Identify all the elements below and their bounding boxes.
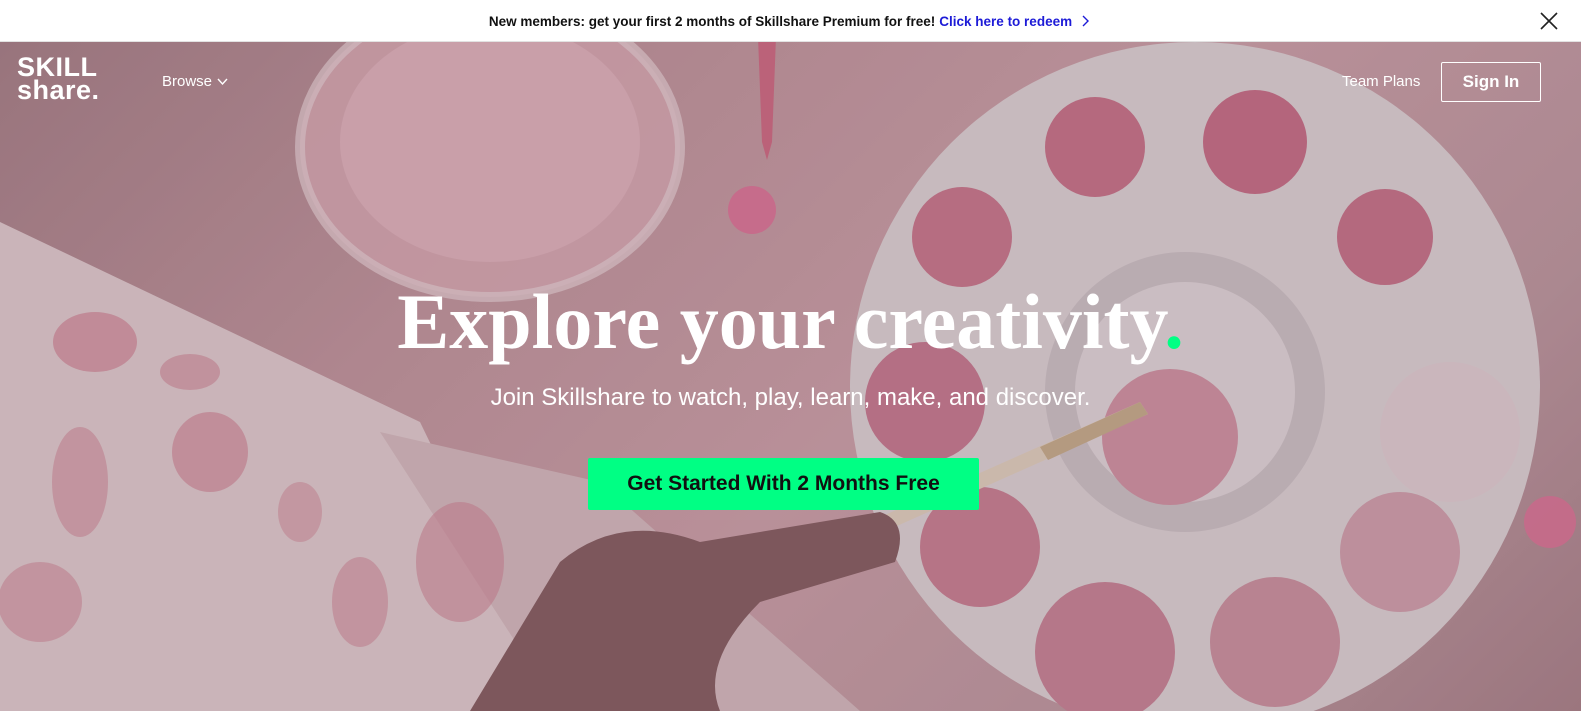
close-icon[interactable] xyxy=(1539,11,1559,31)
sign-in-button[interactable]: Sign In xyxy=(1441,62,1541,102)
chevron-down-icon xyxy=(217,78,228,86)
promo-message: New members: get your first 2 months of … xyxy=(488,13,936,29)
headline-text: Explore your creativity xyxy=(397,278,1165,365)
redeem-link-label: Click here to redeem xyxy=(939,13,1073,29)
promo-content: New members: get your first 2 months of … xyxy=(0,0,1581,42)
browse-menu[interactable]: Browse xyxy=(162,73,228,90)
get-started-button[interactable]: Get Started With 2 Months Free xyxy=(588,458,979,510)
skillshare-logo[interactable]: SKILL share. xyxy=(17,54,100,105)
headline-dot: . xyxy=(1164,278,1184,365)
promo-banner: New members: get your first 2 months of … xyxy=(0,0,1581,42)
browse-label: Browse xyxy=(162,73,213,90)
hero-subheadline: Join Skillshare to watch, play, learn, m… xyxy=(490,384,1091,411)
logo-line-2: share. xyxy=(17,75,100,105)
hero-overlay xyxy=(0,42,1581,711)
hero-headline: Explore your creativity. xyxy=(0,282,1581,362)
hero-section: SKILL share. Browse Team Plans Sign In E… xyxy=(0,42,1581,711)
team-plans-link[interactable]: Team Plans xyxy=(1342,73,1420,90)
chevron-right-icon xyxy=(1082,15,1090,27)
redeem-link[interactable]: Click here to redeem xyxy=(939,14,1092,29)
